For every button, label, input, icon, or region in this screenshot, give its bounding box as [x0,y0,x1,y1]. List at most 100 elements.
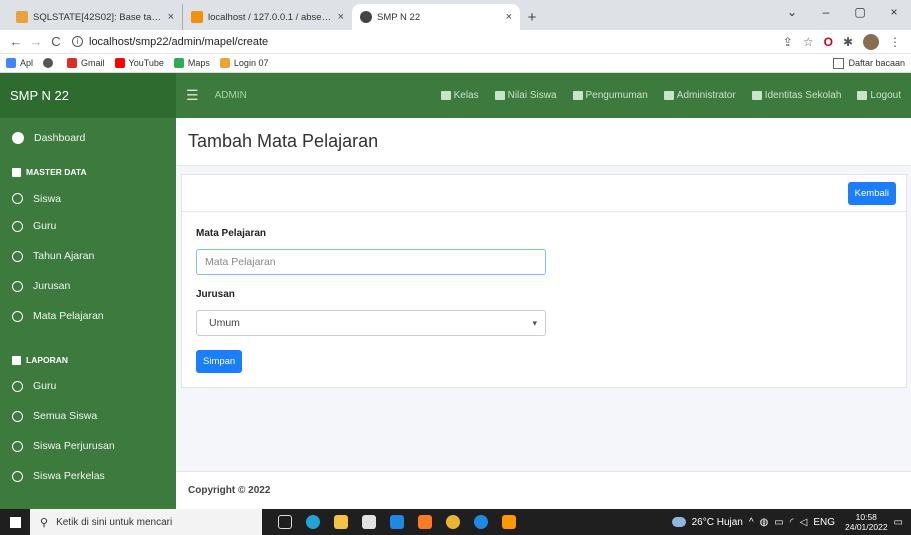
language-indicator[interactable]: ENG [813,517,835,528]
sidebar-item-label: Guru [33,220,57,232]
sidebar-item-siswa[interactable]: Siswa [0,186,176,211]
wifi-icon[interactable]: ◜ [790,517,794,528]
nav-label: Administrator [676,90,736,101]
chrome-icon[interactable] [446,515,460,529]
nav-nilai-siswa[interactable]: Nilai Siswa [494,90,557,101]
nav-logout[interactable]: Logout [857,90,901,101]
sidebar-item-tahun-ajaran[interactable]: Tahun Ajaran [0,241,176,271]
menu-dots-icon[interactable]: ⋮ [889,35,901,49]
opera-extension-icon[interactable]: O [824,35,833,49]
admin-label[interactable]: ADMIN [215,90,247,101]
reading-list[interactable]: Daftar bacaan [833,57,905,69]
volume-icon[interactable]: ◁ [800,517,808,528]
notification-icon[interactable]: ▭ [894,517,903,528]
sidebar-item-label: Siswa Perjurusan [33,440,115,452]
circle-icon [12,250,23,262]
sidebar-item-label: Mata Pelajaran [33,310,104,322]
battery-icon[interactable]: ▭ [774,517,783,528]
sidebar-item-jurusan[interactable]: Jurusan [0,271,176,301]
back-button[interactable]: Kembali [847,181,896,205]
sidebar-item-siswa-perkelas[interactable]: Siswa Perkelas [0,461,176,491]
sidebar-item-label: Guru [33,380,57,392]
minimize-button[interactable]: – [809,5,843,19]
start-button[interactable] [0,509,30,535]
address-bar: ← → C i localhost/smp22/admin/mapel/crea… [0,30,911,54]
weather-text[interactable]: 26°C Hujan [692,517,743,528]
edge-icon[interactable] [306,515,320,529]
youtube-icon [114,58,125,68]
bookmark-youtube[interactable]: YouTube [114,58,164,68]
dashboard-icon [12,132,24,144]
browser-tab-sqlstate[interactable]: SQLSTATE[42S02]: Base table × [8,4,182,30]
globe-icon [43,58,54,68]
nav-label: Pengumuman [585,90,648,101]
brand-logo[interactable]: SMP N 22 [0,73,176,118]
bookmark-apl[interactable]: Apl [6,58,33,68]
maximize-button[interactable]: ▢ [843,5,877,19]
sidebar-item-dashboard[interactable]: Dashboard [0,118,176,158]
bookmark-login07[interactable]: Login 07 [219,58,268,68]
nav-label: Nilai Siswa [507,90,557,101]
back-arrow-icon[interactable]: ← [6,34,26,49]
reading-list-label: Daftar bacaan [848,58,905,68]
browser-tab-smpn22[interactable]: SMP N 22 × [352,4,520,30]
nav-administrator[interactable]: Administrator [663,90,736,101]
close-icon[interactable]: × [506,11,512,23]
taskbar-search[interactable]: ⚲ Ketik di sini untuk mencari [30,509,262,535]
circle-icon [12,440,23,452]
store-icon[interactable] [362,515,376,529]
jurusan-selected-value: Umum [209,317,240,329]
sidebar-item-semua-siswa[interactable]: Semua Siswa [0,401,176,431]
url-text: localhost/smp22/admin/mapel/create [89,35,269,48]
browser-tab-phpmyadmin[interactable]: localhost / 127.0.0.1 / absensi2 / × [182,4,352,30]
task-view-icon[interactable] [278,515,292,529]
share-icon[interactable]: ⇪ [783,35,793,49]
file-explorer-icon[interactable] [334,515,348,529]
chevron-down-icon: ▾ [532,317,537,328]
extensions-puzzle-icon[interactable]: ✱ [843,35,853,49]
xampp-icon [219,58,230,68]
nav-pengumuman[interactable]: Pengumuman [572,90,648,101]
sidebar-item-guru[interactable]: Guru [0,211,176,241]
submit-button[interactable]: Simpan [196,350,243,373]
chevron-up-icon[interactable]: ^ [749,517,754,528]
sidebar-item-mata-pelajaran[interactable]: Mata Pelajaran [0,301,176,331]
sidebar-item-siswa-perjurusan[interactable]: Siswa Perjurusan [0,431,176,461]
circle-icon [12,193,23,204]
jurusan-select[interactable]: Umum ▾ [196,310,546,336]
url-field[interactable]: i localhost/smp22/admin/mapel/create [72,36,783,48]
nav-identitas-sekolah[interactable]: Identitas Sekolah [751,90,841,101]
bookmark-web[interactable] [43,58,57,68]
xampp-icon [16,11,28,23]
bookmark-star-icon[interactable]: ☆ [803,35,814,49]
bookmark-gmail[interactable]: Gmail [67,58,105,68]
footer: Copyright © 2022 [176,471,911,509]
sidebar-item-laporan-guru[interactable]: Guru [0,371,176,401]
logout-icon [857,91,868,100]
profile-avatar[interactable] [863,33,879,50]
sidebar-item-label: Jurusan [33,280,71,292]
print-icon [12,356,21,365]
window-controls: ⌄ – ▢ × [775,0,911,24]
hamburger-menu-icon[interactable]: ☰ [186,87,199,104]
bookmark-maps[interactable]: Maps [173,58,210,68]
clock[interactable]: 10:58 24/01/2022 [845,512,888,532]
site-info-icon[interactable]: i [72,36,83,47]
tab-title: SQLSTATE[42S02]: Base table [33,11,164,23]
mapel-input[interactable]: Mata Pelajaran [196,249,546,275]
database-icon [12,167,21,177]
card-body: Mata Pelajaran Mata Pelajaran Jurusan Um… [182,212,906,387]
network-icon[interactable]: ◍ [760,517,769,528]
xampp-icon[interactable] [418,515,432,529]
sublime-text-icon[interactable] [502,515,516,529]
close-icon[interactable]: × [338,11,344,23]
teamviewer-icon[interactable] [474,515,488,529]
close-window-button[interactable]: × [877,5,911,19]
nav-kelas[interactable]: Kelas [440,90,479,101]
reload-icon[interactable]: C [46,34,66,49]
close-icon[interactable]: × [168,11,174,23]
mail-icon[interactable] [390,515,404,529]
forward-arrow-icon[interactable]: → [26,34,46,49]
new-tab-button[interactable]: + [520,4,544,30]
tab-search-icon[interactable]: ⌄ [775,5,809,19]
